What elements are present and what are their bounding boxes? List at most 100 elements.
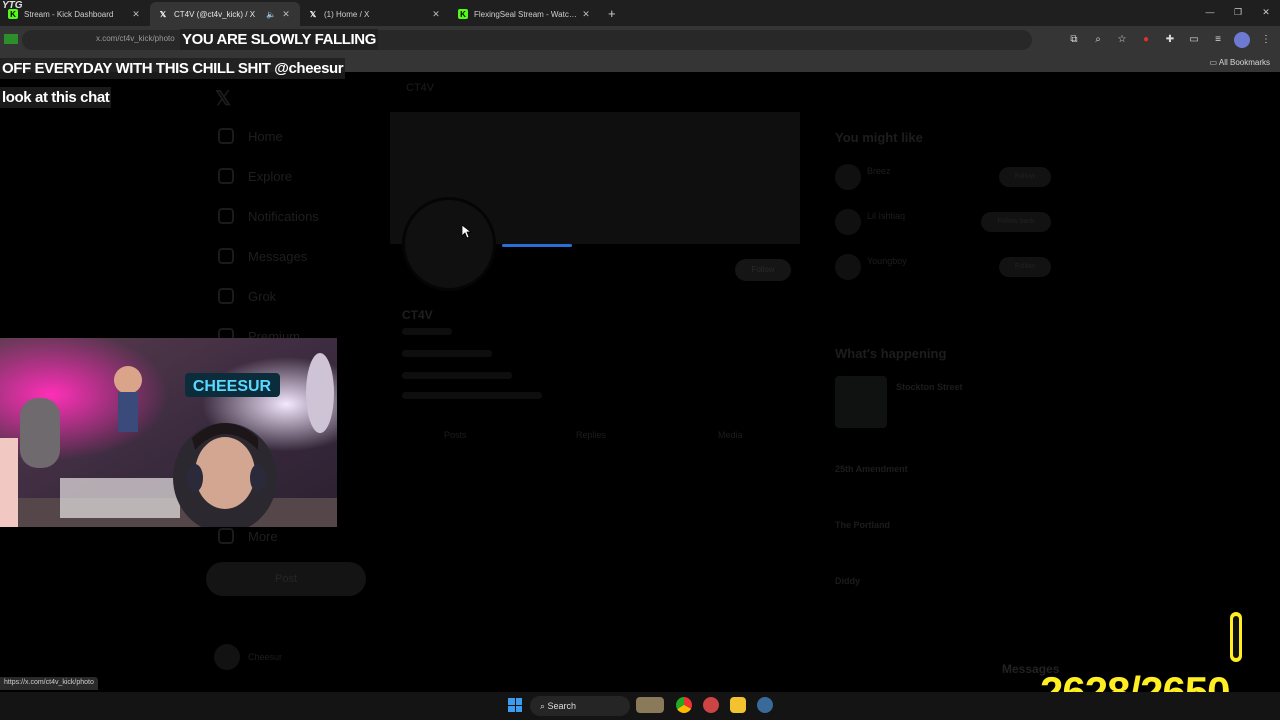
window-controls: — ❐ ✕ [1196, 0, 1280, 26]
search-icon [218, 168, 234, 184]
x-logo[interactable]: 𝕏 [215, 86, 231, 111]
url-text[interactable]: x.com/ct4v_kick/photo [96, 34, 175, 43]
nav-label: More [248, 528, 278, 544]
profile-avatar[interactable] [402, 197, 496, 291]
tab-title: (1) Home / X [324, 9, 370, 19]
extension-record-icon[interactable]: ● [1138, 32, 1154, 48]
chat-message-line: look at this chat [0, 87, 112, 108]
account-switcher[interactable]: Cheesur [214, 644, 282, 670]
all-bookmarks[interactable]: ▭ All Bookmarks [1210, 58, 1270, 67]
zoom-icon[interactable]: ⌕ [1090, 32, 1106, 48]
trend-item[interactable]: Diddy [835, 576, 860, 586]
chat-text: YOU ARE SLOWLY FALLING [180, 29, 378, 50]
all-bookmarks-label: All Bookmarks [1218, 58, 1270, 67]
nav-notifications[interactable]: Notifications [218, 208, 319, 224]
trend-item[interactable]: The Portland [835, 520, 890, 530]
taskbar-search-label: Search [547, 701, 577, 711]
follow-button[interactable]: Follow [999, 257, 1051, 277]
steam-icon[interactable] [757, 697, 773, 713]
close-icon[interactable]: ✕ [130, 9, 142, 20]
suggestion-name: Lil Ishtiaq [867, 211, 906, 221]
chat-text: look at this chat [0, 87, 112, 108]
follow-button[interactable]: Follow [735, 259, 791, 281]
widgets-icon[interactable] [636, 697, 664, 713]
star-icon[interactable]: ☆ [1114, 32, 1130, 48]
webcam-image: CHEESUR [0, 338, 337, 527]
tab-ct4v-x[interactable]: 𝕏 CT4V (@ct4v_kick) / X 🔈 ✕ [150, 2, 300, 26]
nav-explore[interactable]: Explore [218, 168, 292, 184]
trend-item[interactable]: Stockton Street [896, 382, 963, 392]
profile-followers-placeholder [402, 392, 542, 399]
chrome-alt-icon[interactable] [703, 697, 719, 713]
chat-text: OFF EVERYDAY WITH THIS CHILL SHIT @chees… [0, 58, 346, 79]
nav-label: Messages [248, 248, 308, 264]
tab-title: FlexingSeal Stream - Watch Liv [474, 9, 580, 19]
kick-icon: K [458, 9, 468, 19]
avatar [835, 164, 861, 190]
post-button[interactable]: Post [206, 562, 366, 596]
goal-bar-icon [1228, 612, 1244, 662]
tab-media[interactable]: Media [718, 430, 743, 440]
x-icon: 𝕏 [309, 9, 317, 19]
chrome-icon[interactable] [676, 697, 692, 713]
puzzle-icon[interactable]: ✚ [1162, 32, 1178, 48]
nav-messages[interactable]: Messages [218, 248, 307, 264]
tab-title: CT4V (@ct4v_kick) / X [174, 9, 256, 19]
tab-title: Stream - Kick Dashboard [24, 9, 114, 19]
avatar-icon[interactable] [1234, 32, 1250, 48]
nav-label: Home [248, 128, 283, 144]
bell-icon [218, 208, 234, 224]
nav-label: Notifications [248, 208, 319, 224]
trend-item[interactable]: 25th Amendment [835, 464, 908, 474]
speaker-icon[interactable]: 🔈 [266, 10, 276, 19]
screen: K Stream - Kick Dashboard ✕ 𝕏 CT4V (@ct4… [0, 0, 1280, 720]
suggestion-name: Breez [867, 166, 891, 176]
nav-more[interactable]: More [218, 528, 278, 544]
suggestion-name: Youngboy [867, 256, 907, 266]
avatar [835, 254, 861, 280]
cast-icon[interactable]: ⧉ [1066, 32, 1082, 48]
home-icon [218, 128, 234, 144]
minimize-icon[interactable]: — [1196, 0, 1224, 26]
follow-back-button[interactable]: Follow back [981, 212, 1051, 232]
stream-logo: YTG [2, 0, 23, 11]
profile-handle-placeholder [402, 328, 452, 335]
profile-name: CT4V [402, 308, 433, 322]
suggestion-item[interactable]: Lil Ishtiaq Follow back [835, 209, 1055, 239]
side-panel-icon[interactable]: ▭ [1186, 32, 1202, 48]
chat-message-line: YOU ARE SLOWLY FALLING [180, 29, 378, 50]
close-icon[interactable]: ✕ [580, 9, 592, 20]
file-explorer-icon[interactable] [730, 697, 746, 713]
nav-grok[interactable]: Grok [218, 288, 276, 304]
mail-icon [218, 248, 234, 264]
tab-flexingseal[interactable]: K FlexingSeal Stream - Watch Liv ✕ [450, 2, 600, 26]
tab-home-x[interactable]: 𝕏 (1) Home / X ✕ [300, 2, 450, 26]
close-window-icon[interactable]: ✕ [1252, 0, 1280, 26]
you-might-like-heading: You might like [835, 130, 923, 145]
profile-menu-icon[interactable]: ≡ [1210, 32, 1226, 48]
close-icon[interactable]: ✕ [430, 9, 442, 20]
chat-message-line: OFF EVERYDAY WITH THIS CHILL SHIT @chees… [0, 58, 346, 79]
close-icon[interactable]: ✕ [280, 9, 292, 20]
browser-tab-bar: K Stream - Kick Dashboard ✕ 𝕏 CT4V (@ct4… [0, 0, 1280, 26]
windows-start-icon[interactable] [508, 698, 522, 712]
whats-happening-heading: What's happening [835, 346, 947, 361]
nav-label: Grok [248, 288, 277, 304]
tab-replies[interactable]: Replies [576, 430, 606, 440]
nav-label: Explore [248, 168, 293, 184]
follow-button[interactable]: Follow [999, 167, 1051, 187]
webcam-feed: CHEESUR [0, 338, 337, 527]
toolbar-icons: ⧉ ⌕ ☆ ● ✚ ▭ ≡ ⋮ [1066, 32, 1274, 48]
maximize-icon[interactable]: ❐ [1224, 0, 1252, 26]
x-icon: 𝕏 [159, 9, 167, 19]
avatar [214, 644, 240, 670]
suggestion-item[interactable]: Youngboy Follow [835, 254, 1055, 284]
nav-home[interactable]: Home [218, 128, 283, 144]
more-icon[interactable]: ⋮ [1258, 32, 1274, 48]
suggestion-item[interactable]: Breez Follow [835, 164, 1055, 194]
new-tab-button[interactable]: + [600, 2, 624, 26]
profile-bio-placeholder [402, 350, 492, 357]
trend-thumbnail[interactable] [835, 376, 887, 428]
tab-posts[interactable]: Posts [444, 430, 467, 440]
taskbar-search[interactable]: ⌕ Search [530, 696, 630, 716]
